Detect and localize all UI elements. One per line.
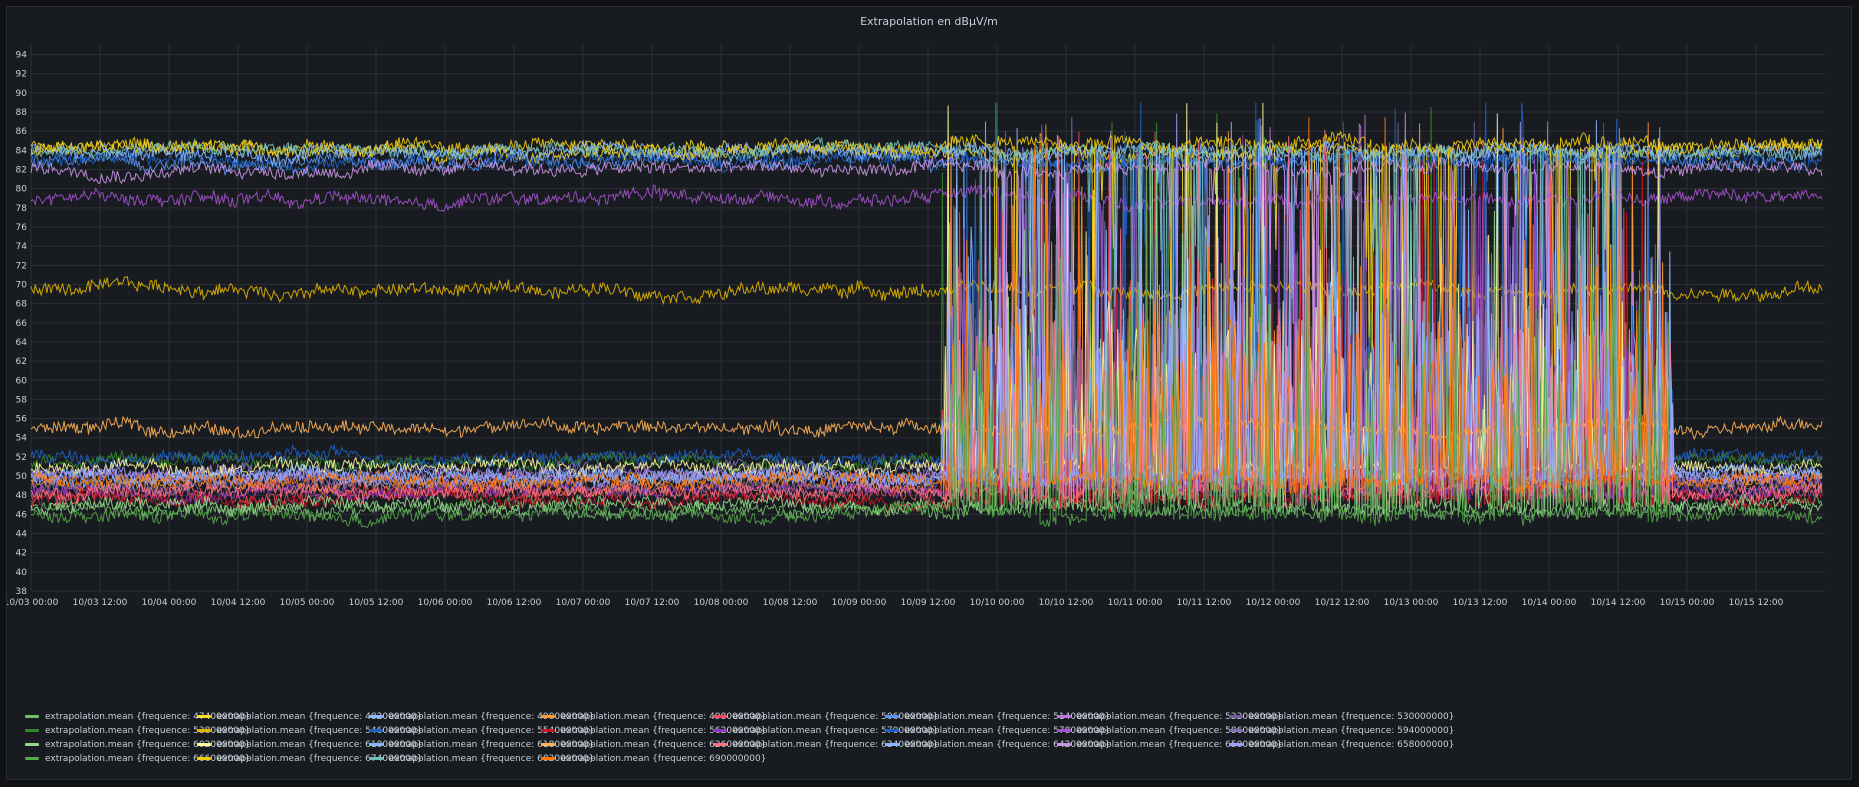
y-tick-label: 66	[16, 319, 28, 329]
y-tick-label: 62	[16, 357, 27, 367]
legend-swatch	[541, 757, 555, 760]
line-chart: 38 40 42 44 46 48 50 52 54 56 58 60 62 64 66 68 70 72 74 76…	[7, 45, 1825, 608]
y-tick-label: 58	[16, 395, 28, 405]
x-tick-label: 10/12 12:00	[1315, 598, 1370, 608]
legend-item[interactable]: extrapolation.mean {frequence: 594000000…	[1229, 726, 1454, 736]
x-tick-label: 10/10 00:00	[970, 598, 1025, 608]
y-tick-label: 50	[16, 472, 28, 482]
y-tick-label: 74	[16, 242, 28, 252]
y-tick-label: 94	[16, 51, 28, 61]
x-tick-label: 10/11 00:00	[1108, 598, 1163, 608]
x-tick-label: 10/15 00:00	[1660, 598, 1715, 608]
y-tick-label: 88	[16, 108, 28, 118]
legend-swatch	[197, 743, 211, 746]
x-tick-label: 10/15 12:00	[1729, 598, 1784, 608]
legend-swatch	[25, 743, 39, 746]
legend-swatch	[885, 729, 899, 732]
legend-swatch	[885, 715, 899, 718]
legend-swatch	[197, 715, 211, 718]
legend-swatch	[197, 729, 211, 732]
y-tick-label: 40	[16, 568, 28, 578]
legend-item[interactable]: extrapolation.mean {frequence: 690000000…	[541, 754, 766, 764]
y-tick-label: 68	[16, 300, 28, 310]
legend-swatch	[541, 743, 555, 746]
legend-label: extrapolation.mean {frequence: 658000000…	[1249, 740, 1455, 750]
legend-item[interactable]: extrapolation.mean {frequence: 658000000…	[1229, 740, 1454, 750]
x-tick-label: 10/13 00:00	[1384, 598, 1439, 608]
x-tick-label: 10/14 12:00	[1591, 598, 1646, 608]
y-tick-label: 86	[16, 127, 28, 137]
x-tick-label: 10/04 00:00	[142, 598, 197, 608]
legend-swatch	[1229, 729, 1243, 732]
legend-swatch	[197, 757, 211, 760]
legend-swatch	[713, 743, 727, 746]
y-tick-label: 42	[16, 549, 27, 559]
legend-swatch	[369, 715, 383, 718]
x-tick-label: 10/12 00:00	[1246, 598, 1301, 608]
legend-swatch	[885, 743, 899, 746]
x-tick-label: 10/11 12:00	[1177, 598, 1232, 608]
x-tick-label: 10/13 12:00	[1453, 598, 1508, 608]
legend-swatch	[25, 757, 39, 760]
y-tick-label: 44	[16, 530, 28, 540]
legend-swatch	[369, 729, 383, 732]
legend-swatch	[25, 715, 39, 718]
y-tick-label: 38	[16, 587, 28, 597]
y-tick-label: 56	[16, 415, 28, 425]
legend-swatch	[713, 715, 727, 718]
legend-swatch	[1057, 729, 1071, 732]
legend-swatch	[713, 729, 727, 732]
legend-item[interactable]: extrapolation.mean {frequence: 530000000…	[1229, 712, 1454, 722]
y-tick-label: 48	[16, 491, 28, 501]
legend-swatch	[1229, 715, 1243, 718]
x-tick-label: 10/07 00:00	[556, 598, 611, 608]
y-tick-label: 64	[16, 338, 28, 348]
y-tick-label: 72	[16, 261, 27, 271]
legend-swatch	[369, 757, 383, 760]
x-tick-label: 10/14 00:00	[1522, 598, 1577, 608]
legend-swatch	[1229, 743, 1243, 746]
legend-swatch	[1057, 715, 1071, 718]
x-tick-label: 10/06 12:00	[487, 598, 542, 608]
x-tick-label: 10/10 12:00	[1039, 598, 1094, 608]
x-tick-label: 10/05 00:00	[280, 598, 335, 608]
x-tick-label: 10/09 12:00	[901, 598, 956, 608]
x-tick-label: 10/03 12:00	[73, 598, 128, 608]
x-tick-label: 10/04 12:00	[211, 598, 266, 608]
legend-swatch	[1057, 743, 1071, 746]
legend-swatch	[369, 743, 383, 746]
x-tick-label: 10/07 12:00	[625, 598, 680, 608]
y-tick-label: 78	[16, 204, 28, 214]
y-tick-label: 90	[16, 89, 28, 99]
legend-label: extrapolation.mean {frequence: 530000000…	[1249, 712, 1455, 722]
y-tick-label: 92	[16, 70, 27, 80]
x-tick-label: 10/06 00:00	[418, 598, 473, 608]
y-tick-label: 82	[16, 166, 27, 176]
x-tick-label: 10/09 00:00	[832, 598, 887, 608]
y-tick-label: 54	[16, 434, 28, 444]
x-tick-label: 10/03 00:00	[7, 598, 59, 608]
y-tick-label: 60	[16, 376, 28, 386]
legend-label: extrapolation.mean {frequence: 594000000…	[1249, 726, 1455, 736]
legend-swatch	[25, 729, 39, 732]
x-tick-label: 10/08 12:00	[763, 598, 818, 608]
legend-label: extrapolation.mean {frequence: 690000000…	[561, 754, 767, 764]
y-tick-label: 76	[16, 223, 28, 233]
y-tick-label: 84	[16, 146, 28, 156]
x-tick-label: 10/08 00:00	[694, 598, 749, 608]
x-tick-label: 10/05 12:00	[349, 598, 404, 608]
y-tick-label: 80	[16, 185, 28, 195]
y-tick-label: 46	[16, 510, 28, 520]
chart-panel: Extrapolation en dBµV/m 38 40 42 44 46 48 50 52…	[6, 6, 1852, 780]
legend-swatch	[541, 715, 555, 718]
legend-swatch	[541, 729, 555, 732]
y-tick-label: 52	[16, 453, 27, 463]
y-tick-label: 70	[16, 280, 28, 290]
